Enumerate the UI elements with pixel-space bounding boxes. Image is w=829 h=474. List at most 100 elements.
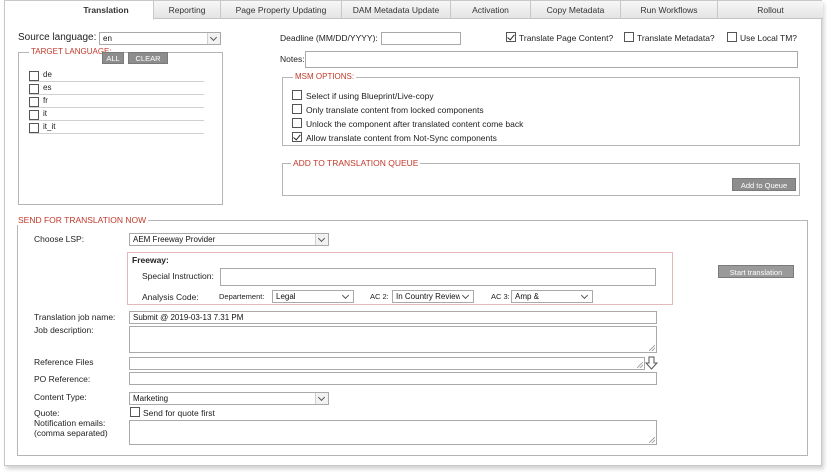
- chevron-down-icon: [340, 291, 353, 302]
- ac3-label: AC 3:: [491, 292, 510, 301]
- notes-label: Notes:: [280, 54, 305, 64]
- translate-page-content-checkbox[interactable]: [506, 32, 516, 42]
- translation-queue-group: ADD TO TRANSLATION QUEUE Add to Queue: [282, 158, 800, 196]
- tab-run-workflows[interactable]: Run Workflows: [621, 1, 718, 19]
- ac2-value: In Country Review: [396, 292, 462, 301]
- language-checkbox-it-it[interactable]: [29, 123, 39, 133]
- special-instruction-input[interactable]: [220, 268, 656, 286]
- language-label: it: [43, 109, 47, 118]
- tab-translation[interactable]: Translation: [59, 1, 154, 20]
- msm-option-label: Only translate content from locked compo…: [306, 105, 484, 115]
- msm-blueprint-checkbox[interactable]: [292, 90, 302, 100]
- tab-activation[interactable]: Activation: [451, 1, 531, 19]
- language-label: fr: [43, 96, 48, 105]
- msm-locked-components-checkbox[interactable]: [292, 104, 302, 114]
- content-type-select[interactable]: Marketing: [129, 392, 329, 405]
- start-translation-button[interactable]: Start translation: [718, 265, 794, 278]
- translation-panel: Translation Reporting Page Property Upda…: [4, 0, 823, 466]
- reference-files-label: Reference Files: [34, 357, 94, 367]
- ac2-select[interactable]: In Country Review: [392, 290, 474, 303]
- clear-button[interactable]: CLEAR: [128, 52, 168, 64]
- job-name-label: Translation job name:: [34, 312, 116, 322]
- language-checkbox-de[interactable]: [29, 71, 39, 81]
- msm-options-legend: MSM OPTIONS:: [293, 72, 357, 81]
- download-arrow-icon[interactable]: [645, 356, 658, 370]
- departement-select[interactable]: Legal: [272, 290, 354, 303]
- target-language-group: TARGET LANGUAGE: ALL CLEAR de es fr it i…: [18, 47, 223, 205]
- tab-rollout[interactable]: Rollout: [718, 1, 823, 19]
- language-row-de[interactable]: de: [29, 70, 204, 82]
- resize-grip-icon[interactable]: [649, 437, 655, 443]
- language-row-es[interactable]: es: [29, 83, 204, 95]
- add-to-queue-button[interactable]: Add to Queue: [732, 178, 796, 191]
- target-language-legend: TARGET LANGUAGE:: [29, 47, 114, 56]
- chevron-down-icon: [579, 291, 592, 302]
- translate-page-content-label: Translate Page Content?: [519, 33, 614, 43]
- notification-emails-label: Notification emails:: [34, 418, 106, 428]
- ac3-value: Amp &: [515, 292, 540, 301]
- language-row-fr[interactable]: fr: [29, 96, 204, 108]
- msm-option-label: Allow translate content from Not-Sync co…: [306, 133, 497, 143]
- chevron-down-icon: [315, 393, 328, 404]
- content-type-label: Content Type:: [34, 392, 87, 402]
- translate-metadata-checkbox[interactable]: [624, 32, 634, 42]
- tab-dam-metadata-update[interactable]: DAM Metadata Update: [342, 1, 451, 19]
- reference-files-input[interactable]: [129, 357, 645, 370]
- analysis-code-label: Analysis Code:: [142, 292, 199, 302]
- job-name-input[interactable]: Submit @ 2019-03-13 7.31 PM: [129, 311, 657, 324]
- tab-reporting[interactable]: Reporting: [154, 1, 221, 19]
- language-label: it_it: [43, 122, 56, 131]
- send-translation-legend: SEND FOR TRANSLATION NOW: [16, 215, 149, 225]
- notification-emails-hint: (comma separated): [34, 428, 108, 438]
- deadline-label: Deadline (MM/DD/YYYY):: [280, 33, 378, 43]
- chevron-down-icon: [207, 33, 220, 44]
- source-language-value: en: [103, 34, 112, 43]
- job-description-textarea[interactable]: [129, 326, 657, 353]
- language-label: es: [43, 83, 52, 92]
- po-reference-label: PO Reference:: [34, 374, 91, 384]
- tab-copy-metadata[interactable]: Copy Metadata: [531, 1, 621, 19]
- send-for-quote-label: Send for quote first: [143, 408, 215, 418]
- msm-option-label: Select if using Blueprint/Live-copy: [306, 91, 434, 101]
- departement-label: Departement:: [219, 292, 265, 301]
- departement-value: Legal: [276, 292, 296, 301]
- content-type-value: Marketing: [133, 394, 169, 403]
- deadline-input[interactable]: [381, 32, 461, 45]
- resize-grip-icon[interactable]: [637, 362, 643, 368]
- lsp-select[interactable]: AEM Freeway Provider: [129, 233, 329, 246]
- msm-unlock-component-checkbox[interactable]: [292, 118, 302, 128]
- language-checkbox-it[interactable]: [29, 110, 39, 120]
- po-reference-input[interactable]: [129, 372, 657, 385]
- source-language-label: Source language:: [18, 32, 97, 43]
- choose-lsp-label: Choose LSP:: [34, 234, 85, 244]
- chevron-down-icon: [315, 234, 328, 245]
- notification-emails-textarea[interactable]: [129, 420, 657, 445]
- select-all-button[interactable]: ALL: [102, 52, 124, 64]
- resize-grip-icon[interactable]: [649, 345, 655, 351]
- ac2-label: AC 2:: [370, 292, 389, 301]
- msm-option-label: Unlock the component after translated co…: [306, 119, 524, 129]
- tab-bar: Translation Reporting Page Property Upda…: [59, 1, 823, 20]
- use-local-tm-checkbox[interactable]: [727, 32, 737, 42]
- use-local-tm-label: Use Local TM?: [740, 33, 798, 43]
- lsp-select-value: AEM Freeway Provider: [133, 235, 216, 244]
- source-language-select[interactable]: en: [99, 32, 221, 45]
- language-checkbox-es[interactable]: [29, 84, 39, 94]
- language-label: de: [43, 70, 52, 79]
- translation-queue-legend: ADD TO TRANSLATION QUEUE: [291, 158, 421, 168]
- send-for-quote-checkbox[interactable]: [130, 407, 140, 417]
- job-description-label: Job description:: [34, 325, 94, 335]
- translate-metadata-label: Translate Metadata?: [637, 33, 715, 43]
- language-row-it[interactable]: it: [29, 109, 204, 121]
- language-row-it-it[interactable]: it_it: [29, 122, 204, 134]
- ac3-select[interactable]: Amp &: [511, 290, 593, 303]
- freeway-title: Freeway:: [132, 255, 169, 265]
- msm-not-sync-checkbox[interactable]: [292, 132, 302, 142]
- notes-input[interactable]: [305, 51, 798, 68]
- tab-page-property-updating[interactable]: Page Property Updating: [221, 1, 342, 19]
- chevron-down-icon: [460, 291, 473, 302]
- msm-options-group: MSM OPTIONS: Select if using Blueprint/L…: [282, 72, 800, 146]
- special-instruction-label: Special Instruction:: [142, 271, 214, 281]
- quote-label: Quote:: [34, 408, 60, 418]
- language-checkbox-fr[interactable]: [29, 97, 39, 107]
